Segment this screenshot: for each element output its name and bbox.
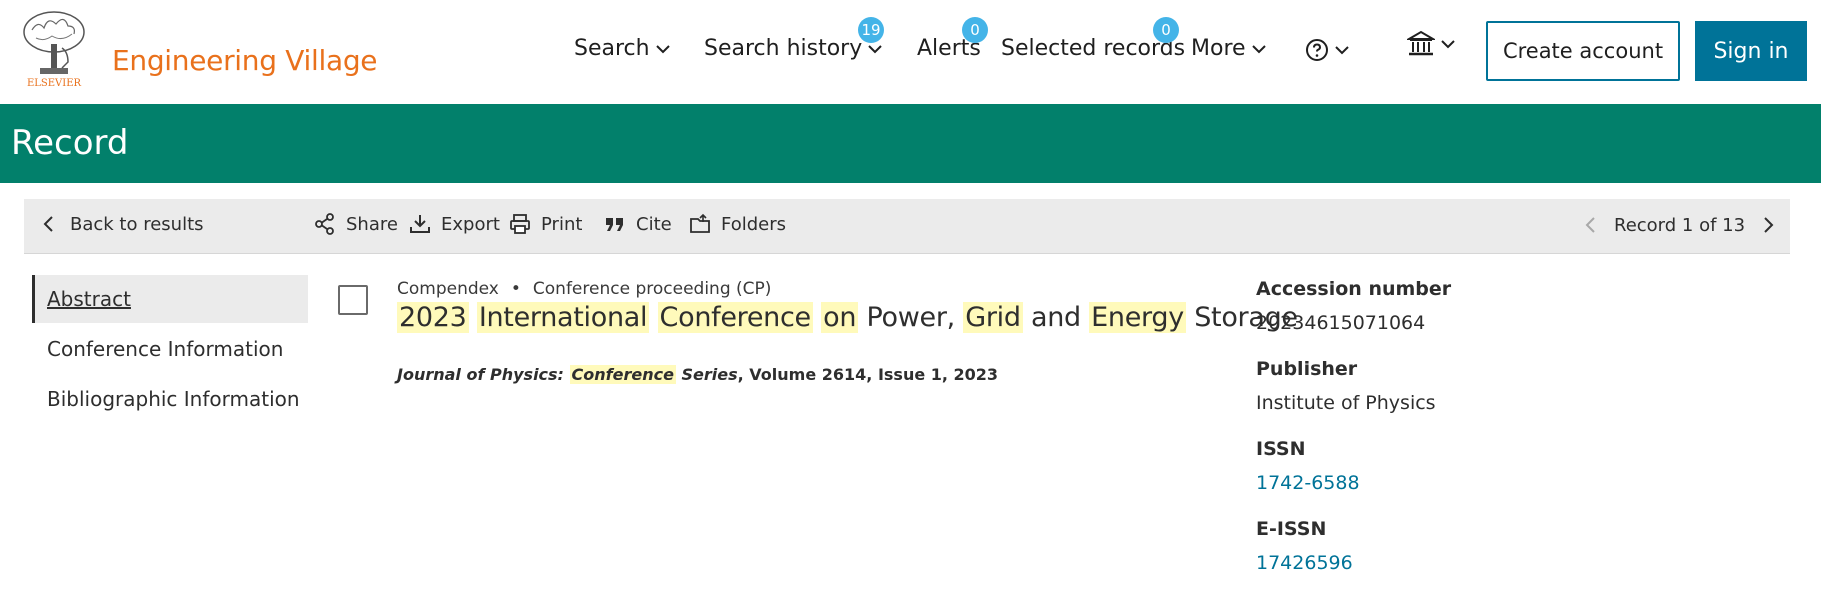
record-details: Accession number 20234615071064 Publishe…	[1256, 278, 1776, 598]
institution-icon	[1407, 30, 1435, 56]
quote-icon	[606, 218, 623, 231]
record-source: Journal of Physics: Conference Series, V…	[397, 365, 998, 384]
sign-in-button[interactable]: Sign in	[1695, 21, 1807, 81]
nav-more[interactable]: More	[1191, 36, 1268, 61]
title-word: on	[821, 302, 859, 333]
document-type: Conference proceeding (CP)	[532, 279, 772, 299]
page-banner: Record	[0, 104, 1821, 183]
title-word: Conference	[657, 302, 813, 333]
issn-link[interactable]: 1742-6588	[1256, 466, 1776, 518]
folder-icon	[690, 213, 710, 233]
page-title: Record	[11, 123, 129, 163]
top-header: ELSEVIER Engineering Village Search Sear…	[0, 0, 1821, 104]
print-label: Print	[541, 213, 583, 235]
export-button[interactable]: Export	[409, 213, 500, 235]
record-title: 2023 International Conference on Power, …	[397, 302, 1298, 333]
record-position: Record 1 of 13	[1614, 214, 1746, 236]
source-journal: Journal of Physics:	[397, 365, 564, 384]
nav-search-history[interactable]: Search history	[704, 36, 884, 61]
chevron-down-icon	[1335, 46, 1349, 55]
accession-number-label: Accession number	[1256, 278, 1452, 300]
source-details: , Volume 2614, Issue 1, 2023	[737, 365, 999, 384]
next-record-icon[interactable]	[1759, 214, 1777, 236]
accession-number-value: 20234615071064	[1256, 312, 1426, 334]
alerts-count-badge: 0	[962, 17, 988, 43]
share-label: Share	[346, 213, 398, 235]
eissn-label: E-ISSN	[1256, 518, 1327, 540]
elsevier-logo[interactable]: ELSEVIER	[18, 8, 90, 89]
title-word: 2023	[397, 302, 469, 333]
section-nav-abstract[interactable]: Abstract	[32, 275, 308, 323]
nav-search-label: Search	[574, 36, 650, 61]
create-account-button[interactable]: Create account	[1486, 21, 1680, 81]
folders-label: Folders	[721, 213, 787, 235]
section-nav-bibliographic-information[interactable]: Bibliographic Information	[32, 375, 308, 423]
record-navigation: Record 1 of 13	[1582, 214, 1777, 236]
back-to-results-link[interactable]: Back to results	[38, 213, 204, 235]
export-label: Export	[441, 213, 500, 235]
nav-more-label: More	[1191, 36, 1246, 61]
issn-label: ISSN	[1256, 438, 1306, 460]
title-word: International	[476, 302, 650, 333]
select-record-checkbox[interactable]	[338, 285, 368, 315]
nav-search-history-label: Search history	[704, 36, 863, 61]
cite-button[interactable]: Cite	[604, 213, 672, 235]
source-highlight: Conference	[569, 365, 676, 384]
share-icon	[315, 213, 334, 235]
folders-button[interactable]: Folders	[689, 213, 786, 235]
section-nav: Abstract Conference Information Bibliogr…	[32, 275, 308, 425]
svg-text:ELSEVIER: ELSEVIER	[27, 78, 82, 88]
cite-label: Cite	[636, 213, 672, 235]
section-nav-conference-information[interactable]: Conference Information	[32, 325, 308, 373]
chevron-down-icon	[1441, 40, 1455, 49]
eissn-link[interactable]: 17426596	[1256, 546, 1776, 598]
print-icon	[510, 214, 530, 234]
bullet-separator: •	[510, 279, 521, 299]
nav-institution[interactable]	[1407, 30, 1457, 58]
record-meta: Compendex • Conference proceeding (CP)	[397, 279, 771, 299]
title-word: and	[1030, 302, 1081, 333]
title-word: Energy	[1089, 302, 1186, 333]
selected-records-count-badge: 0	[1153, 17, 1179, 43]
nav-search[interactable]: Search	[574, 36, 672, 61]
brand-name[interactable]: Engineering Village	[112, 44, 378, 77]
elsevier-tree-icon: ELSEVIER	[23, 11, 85, 89]
chevron-left-icon	[43, 216, 53, 232]
download-icon	[410, 215, 430, 233]
publisher-label: Publisher	[1256, 358, 1358, 380]
chevron-down-icon	[1251, 44, 1266, 53]
source-series: Series	[681, 365, 738, 384]
help-icon	[1306, 39, 1328, 61]
database-name: Compendex	[397, 279, 499, 299]
nav-help[interactable]	[1305, 38, 1351, 62]
chevron-down-icon	[655, 44, 670, 53]
title-word: Power,	[866, 302, 955, 333]
print-button[interactable]: Print	[509, 213, 582, 235]
title-word: Grid	[963, 302, 1023, 333]
share-button[interactable]: Share	[314, 213, 398, 235]
publisher-value: Institute of Physics	[1256, 392, 1436, 414]
record-toolbar: Back to results Share Export Print Cite	[24, 199, 1790, 254]
previous-record-icon[interactable]	[1582, 214, 1600, 236]
search-history-count-badge: 19	[858, 17, 884, 43]
back-to-results-label: Back to results	[70, 213, 204, 235]
